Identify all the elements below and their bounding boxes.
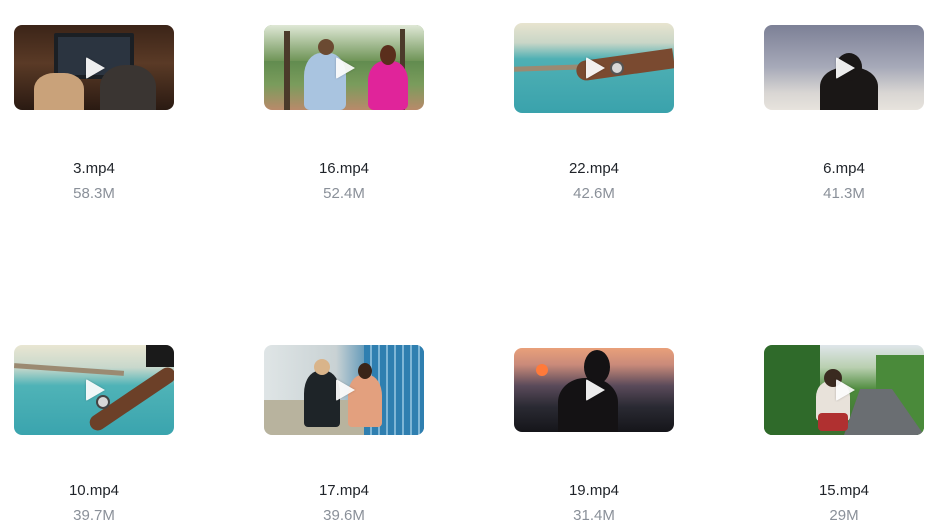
play-icon bbox=[836, 379, 855, 401]
file-size: 29M bbox=[829, 507, 859, 524]
file-size: 39.6M bbox=[323, 507, 365, 524]
video-thumbnail[interactable] bbox=[514, 348, 674, 432]
file-size: 52.4M bbox=[323, 185, 365, 202]
play-icon bbox=[586, 379, 605, 401]
video-thumbnail[interactable] bbox=[764, 345, 924, 435]
file-name: 3.mp4 bbox=[73, 160, 115, 177]
video-thumbnail[interactable] bbox=[514, 23, 674, 113]
file-name: 10.mp4 bbox=[68, 482, 120, 499]
play-icon bbox=[586, 57, 605, 79]
file-name: 22.mp4 bbox=[568, 160, 620, 177]
play-icon bbox=[336, 379, 355, 401]
video-thumbnail[interactable] bbox=[14, 25, 174, 110]
video-tile[interactable]: 10.mp4 39.7M bbox=[14, 345, 174, 530]
file-size: 39.7M bbox=[73, 507, 115, 524]
video-tile[interactable]: 16.mp4 52.4M bbox=[264, 25, 424, 210]
file-name: 15.mp4 bbox=[818, 482, 870, 499]
file-size: 58.3M bbox=[73, 185, 115, 202]
video-tile[interactable]: 17.mp4 39.6M bbox=[264, 345, 424, 530]
video-thumbnail[interactable] bbox=[14, 345, 174, 435]
video-thumbnail[interactable] bbox=[764, 25, 924, 110]
play-icon bbox=[86, 379, 105, 401]
file-size: 42.6M bbox=[573, 185, 615, 202]
file-size: 31.4M bbox=[573, 507, 615, 524]
play-icon bbox=[86, 56, 105, 79]
video-thumbnail[interactable] bbox=[264, 25, 424, 110]
video-tile[interactable]: 22.mp4 42.6M bbox=[514, 23, 674, 210]
file-name: 16.mp4 bbox=[318, 160, 370, 177]
file-name: 19.mp4 bbox=[568, 482, 620, 499]
file-name: 17.mp4 bbox=[318, 482, 370, 499]
play-icon bbox=[836, 56, 855, 79]
video-thumbnail[interactable] bbox=[264, 345, 424, 435]
file-size: 41.3M bbox=[823, 185, 865, 202]
video-tile[interactable]: 3.mp4 58.3M bbox=[14, 25, 174, 210]
play-icon bbox=[336, 56, 355, 79]
video-tile[interactable]: 19.mp4 31.4M bbox=[514, 348, 674, 530]
video-grid: 3.mp4 58.3M 16.mp4 52.4M 22.mp4 42.6M 6.… bbox=[0, 0, 939, 530]
video-tile[interactable]: 6.mp4 41.3M bbox=[764, 25, 924, 210]
video-tile[interactable]: 15.mp4 29M bbox=[764, 345, 924, 530]
file-name: 6.mp4 bbox=[823, 160, 865, 177]
